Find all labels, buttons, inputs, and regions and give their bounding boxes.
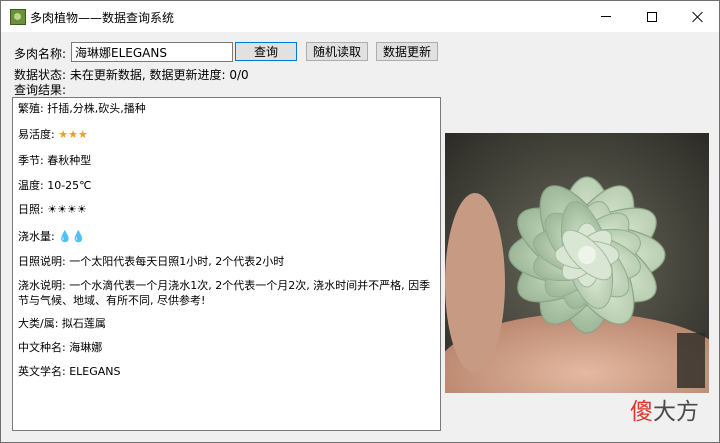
- family-line: 大类/属: 拟石莲属: [18, 317, 106, 330]
- watermark: 傻大方: [630, 392, 699, 426]
- result-label: 查询结果:: [14, 83, 67, 97]
- season-line: 季节: 春秋种型: [18, 154, 92, 167]
- water-label: 浇水量:: [18, 230, 59, 243]
- sun-icon: ☀☀☀☀: [47, 203, 87, 216]
- succulent-image: [445, 133, 709, 393]
- watermark-part1: 傻: [630, 399, 653, 425]
- window-title: 多肉植物——数据查询系统: [30, 11, 175, 25]
- watermark-part2: 大方: [653, 399, 699, 425]
- app-icon: [10, 9, 26, 25]
- minimize-button[interactable]: [583, 1, 629, 32]
- water-note-line: 浇水说明: 一个水滴代表一个月浇水1次, 2个代表一个月2次, 浇水时间并不严格…: [18, 279, 431, 307]
- title-bar: 多肉植物——数据查询系统: [1, 1, 719, 32]
- star-icon: ★★★: [58, 128, 88, 141]
- ease-label: 易活度:: [18, 128, 59, 141]
- random-read-button[interactable]: 随机读取: [306, 42, 368, 61]
- water-drop-icon: 💧💧: [58, 230, 86, 243]
- query-button[interactable]: 查询: [235, 42, 297, 61]
- sunlight-line: 日照: ☀☀☀☀: [18, 202, 436, 217]
- ease-line: 易活度: ★★★: [18, 127, 436, 142]
- close-button[interactable]: [675, 1, 720, 32]
- maximize-icon: [647, 11, 657, 22]
- minimize-icon: [601, 16, 611, 17]
- chinese-name-line: 中文种名: 海琳娜: [18, 341, 103, 354]
- result-textbox[interactable]: 繁殖: 扦插,分株,砍头,播种 易活度: ★★★ 季节: 春秋种型 温度: 10…: [12, 97, 441, 431]
- water-line: 浇水量: 💧💧: [18, 229, 436, 244]
- plant-name-input[interactable]: [71, 42, 233, 62]
- name-label: 多肉名称:: [14, 47, 67, 61]
- data-update-button[interactable]: 数据更新: [376, 42, 438, 61]
- propagation-line: 繁殖: 扦插,分株,砍头,播种: [18, 102, 146, 115]
- latin-name-line: 英文学名: ELEGANS: [18, 365, 121, 378]
- main-window: 多肉植物——数据查询系统 多肉名称: 查询 随机读取 数据更新 数据状态: 未在…: [0, 0, 720, 443]
- sunlight-note-line: 日照说明: 一个太阳代表每天日照1小时, 2个代表2小时: [18, 255, 285, 268]
- plant-photo: [445, 133, 709, 393]
- maximize-button[interactable]: [629, 1, 675, 32]
- sunlight-label: 日照:: [18, 203, 48, 216]
- close-icon: [692, 11, 704, 23]
- temperature-line: 温度: 10-25℃: [18, 179, 92, 192]
